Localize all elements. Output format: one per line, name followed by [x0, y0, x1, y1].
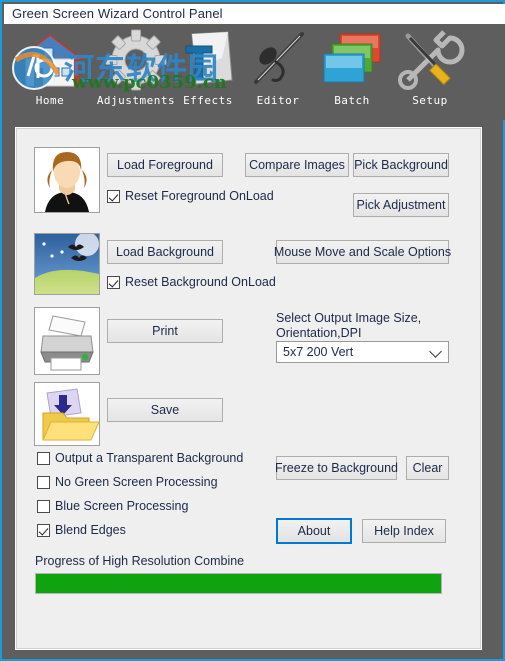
option-no-green-screen-checkbox[interactable]: No Green Screen Processing	[37, 475, 218, 489]
toolbar-item-label: Home	[35, 94, 65, 107]
mouse-move-scale-options-button[interactable]: Mouse Move and Scale Options	[274, 240, 451, 264]
checkbox-label: Output a Transparent Background	[55, 451, 244, 465]
home-icon	[4, 28, 96, 92]
checkbox-box	[37, 523, 50, 537]
progress-label: Progress of High Resolution Combine	[35, 554, 245, 568]
toolbar-item-home[interactable]: Home	[4, 28, 96, 118]
toolbar-item-label: Setup	[412, 94, 448, 107]
reset-foreground-checkbox[interactable]: Reset Foreground OnLoad	[107, 189, 274, 203]
checkbox-label: No Green Screen Processing	[55, 475, 218, 489]
pick-adjustment-button[interactable]: Pick Adjustment	[353, 193, 449, 217]
checkbox-label: Reset Foreground OnLoad	[125, 189, 274, 203]
help-index-button[interactable]: Help Index	[362, 519, 446, 543]
window-title: Green Screen Wizard Control Panel	[12, 6, 223, 21]
checkbox-box	[107, 189, 120, 203]
chevron-down-icon	[429, 345, 442, 358]
save-button[interactable]: Save	[107, 398, 223, 422]
compare-images-button[interactable]: Compare Images	[245, 153, 349, 177]
checkbox-label: Reset Background OnLoad	[125, 275, 276, 289]
checkbox-box	[37, 475, 50, 489]
print-thumbnail[interactable]	[34, 307, 100, 375]
option-blend-edges-checkbox[interactable]: Blend Edges	[37, 523, 126, 537]
output-size-label: Select Output Image Size, Orientation,DP…	[276, 311, 422, 340]
checkbox-box	[37, 451, 50, 465]
print-button[interactable]: Print	[107, 319, 223, 343]
progress-bar-fill	[36, 574, 441, 593]
app-window: Green Screen Wizard Control Panel Home A…	[0, 0, 505, 661]
main-toolbar: Home Adjustments Effects Editor Batch Se…	[4, 24, 505, 120]
option-blue-screen-checkbox[interactable]: Blue Screen Processing	[37, 499, 188, 513]
progress-bar	[35, 573, 442, 594]
load-background-button[interactable]: Load Background	[107, 240, 223, 264]
control-panel: Load Foreground Reset Foreground OnLoad …	[16, 128, 481, 649]
checkbox-box	[37, 499, 50, 513]
reset-background-checkbox[interactable]: Reset Background OnLoad	[107, 275, 276, 289]
foreground-thumbnail[interactable]	[34, 147, 100, 213]
clear-button[interactable]: Clear	[406, 456, 449, 480]
toolbar-item-setup[interactable]: Setup	[384, 28, 476, 118]
option-transparent-background-checkbox[interactable]: Output a Transparent Background	[37, 451, 243, 465]
checkbox-label: Blend Edges	[55, 523, 126, 537]
background-thumbnail[interactable]	[34, 233, 100, 295]
freeze-to-background-button[interactable]: Freeze to Background	[275, 456, 398, 480]
about-button[interactable]: About	[276, 518, 352, 544]
output-size-select[interactable]: 5x7 200 Vert	[276, 341, 449, 363]
title-bar: Green Screen Wizard Control Panel	[4, 4, 505, 24]
checkbox-label: Blue Screen Processing	[55, 499, 189, 513]
wrench-screwdriver-icon	[384, 28, 476, 92]
output-size-value: 5x7 200 Vert	[283, 345, 354, 359]
pick-background-button[interactable]: Pick Background	[353, 153, 449, 177]
save-thumbnail[interactable]	[34, 382, 100, 446]
load-foreground-button[interactable]: Load Foreground	[107, 153, 223, 177]
checkbox-box	[107, 275, 120, 289]
